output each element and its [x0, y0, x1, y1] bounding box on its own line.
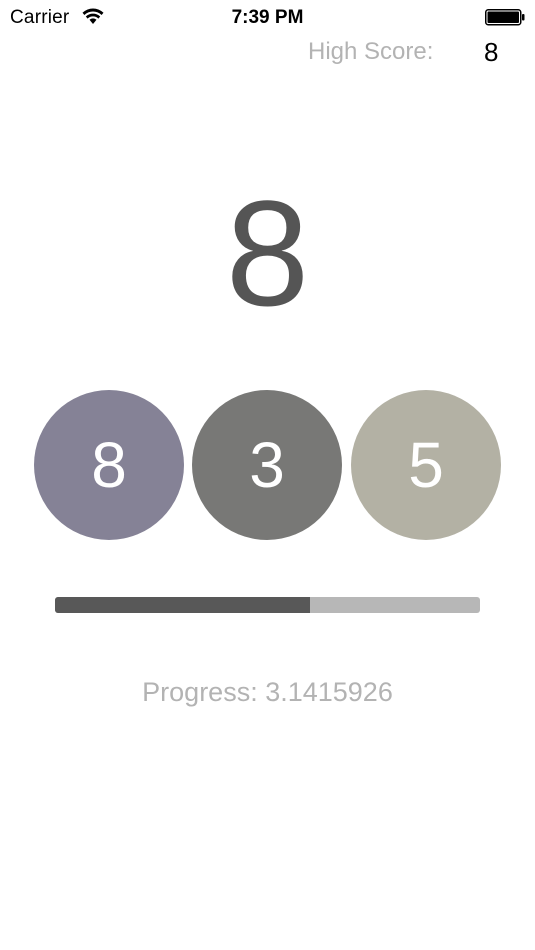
status-bar: Carrier 7:39 PM	[0, 0, 535, 36]
current-number: 8	[225, 169, 310, 337]
progress-bar	[55, 597, 480, 613]
number-circle-button-2[interactable]: 3	[192, 390, 342, 540]
high-score-value: 8	[484, 37, 499, 67]
number-circle-button-3[interactable]: 5	[351, 390, 501, 540]
status-time: 7:39 PM	[231, 7, 304, 28]
number-circle-label-3: 5	[408, 429, 444, 501]
battery-icon	[485, 9, 525, 26]
number-circle-label-1: 8	[91, 429, 127, 501]
number-circle-button-1[interactable]: 8	[34, 390, 184, 540]
progress-text: Progress: 3.1415926	[142, 677, 393, 707]
number-circle-label-2: 3	[249, 429, 285, 501]
high-score-label: High Score:	[308, 38, 434, 65]
progress-bar-fill	[55, 597, 310, 613]
